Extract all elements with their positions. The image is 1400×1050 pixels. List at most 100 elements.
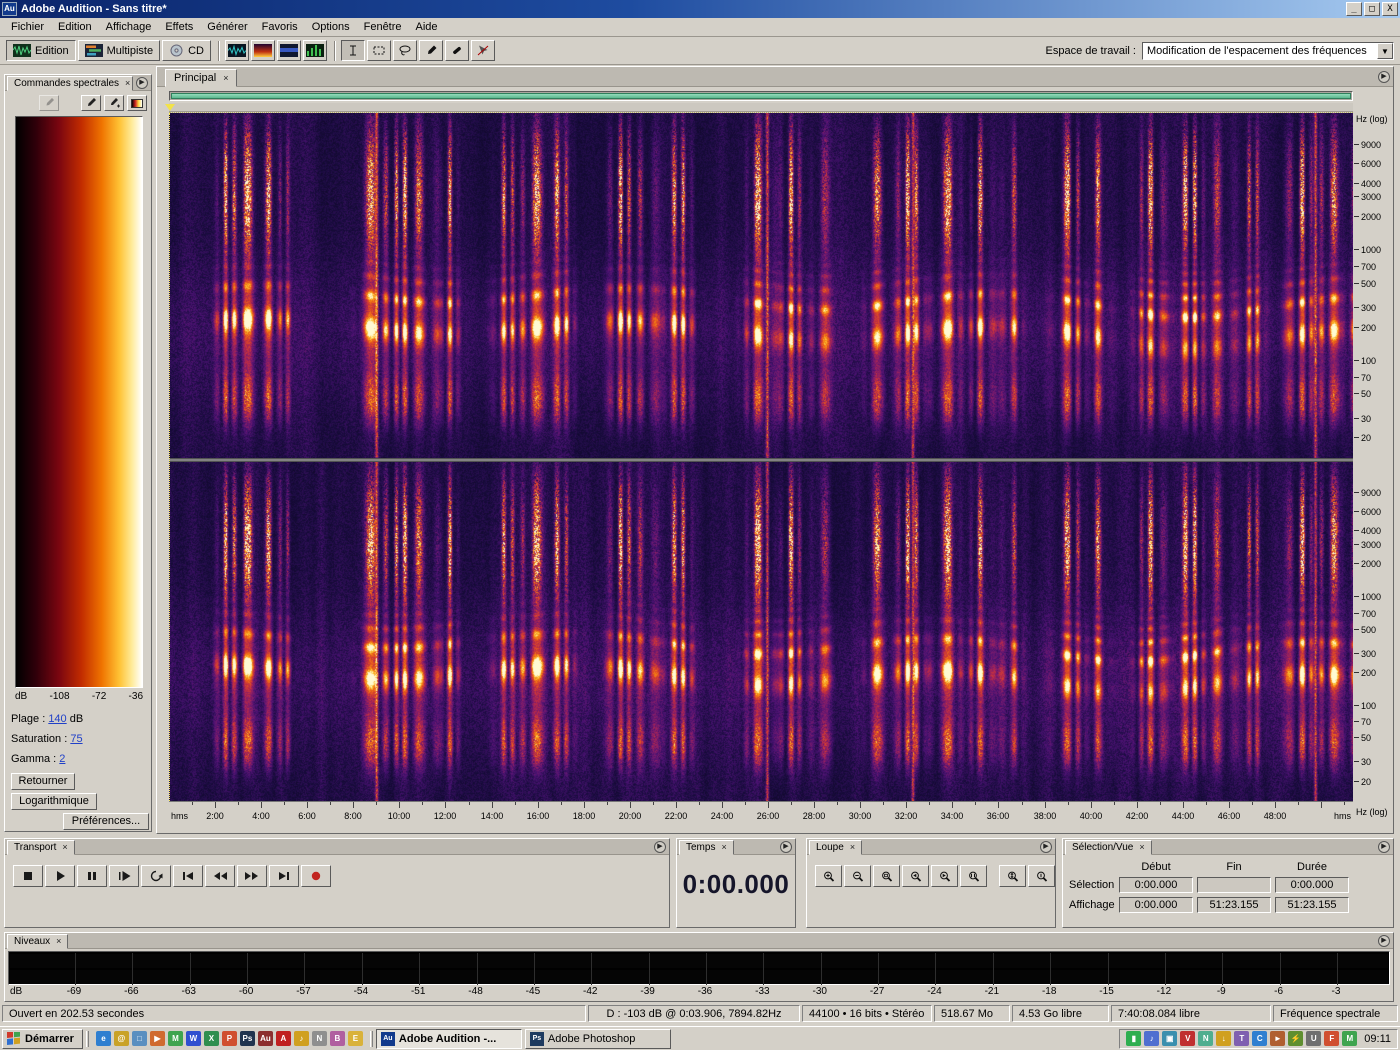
paintbrush-tool-button[interactable] [419,40,443,61]
edit-view-button[interactable]: Edition [6,40,76,61]
tab-principal[interactable]: Principal × [165,69,238,87]
power-icon[interactable]: ⚡ [1288,1031,1304,1046]
zoom-panel-tab[interactable]: Loupe × [809,840,863,855]
saturation-value[interactable]: 75 [70,733,82,745]
selection-end-field[interactable] [1197,877,1271,893]
scrub-tool-button[interactable] [471,40,495,61]
flip-button[interactable]: Retourner [11,773,75,790]
zoom-navigator-thumb[interactable] [171,93,1351,99]
explorer-icon[interactable]: E [347,1031,363,1046]
panel-menu-icon[interactable]: ▶ [654,841,666,853]
record-button[interactable] [301,865,331,887]
winamp-icon[interactable]: ♪ [293,1031,309,1046]
maximize-button[interactable]: □ [1364,2,1380,16]
chevron-down-icon[interactable]: ▼ [1377,42,1393,59]
close-icon[interactable]: × [850,843,855,852]
range-value[interactable]: 140 [48,713,66,725]
close-button[interactable]: X [1382,2,1398,16]
cd-view-button[interactable]: CD [162,40,211,61]
close-icon[interactable]: × [721,843,726,852]
zoom-full-button[interactable] [873,865,900,887]
spectral-brush-icon[interactable] [39,95,59,111]
panel-menu-icon[interactable]: ▶ [136,77,148,89]
time-panel-tab[interactable]: Temps × [679,840,734,855]
scheduler-icon[interactable]: T [1234,1031,1250,1046]
internet-explorer-icon[interactable]: e [95,1031,111,1046]
show-desktop-icon[interactable]: □ [131,1031,147,1046]
volume-icon[interactable]: ♪ [1144,1031,1160,1046]
panel-menu-icon[interactable]: ▶ [1378,841,1390,853]
spectral-pan-view-icon[interactable] [277,40,301,61]
stop-button[interactable] [13,865,43,887]
minimize-button[interactable]: _ [1346,2,1362,16]
workspace-combobox[interactable]: Modification de l'espacement des fréquen… [1142,41,1394,60]
time-ruler[interactable]: hms hms 2:00 4:00 6:00 8:00 10:00 12:00 14:00 16:… [169,801,1353,821]
zoom-in-h-button[interactable] [815,865,842,887]
spectral-panel-tab[interactable]: Commandes spectrales × [7,76,133,91]
firewall-icon[interactable]: F [1324,1031,1340,1046]
outlook-icon[interactable]: @ [113,1031,129,1046]
go-start-button[interactable] [173,865,203,887]
close-icon[interactable]: × [1139,843,1144,852]
menu-favoris[interactable]: Favoris [255,19,305,35]
menu-affichage[interactable]: Affichage [99,19,159,35]
view-end-field[interactable]: 51:23.155 [1197,897,1271,913]
update-icon[interactable]: ↓ [1216,1031,1232,1046]
play-from-cursor-button[interactable] [109,865,139,887]
close-icon[interactable]: × [56,937,61,946]
gamma-value[interactable]: 2 [59,753,65,765]
play-button[interactable] [45,865,75,887]
close-icon[interactable]: × [125,79,130,88]
healing-brush-tool-button[interactable] [445,40,469,61]
zoom-sel-right-button[interactable] [931,865,958,887]
antivirus-icon[interactable]: V [1180,1031,1196,1046]
task-button-adobe-audition-[interactable]: Au Adobe Audition -... [375,1028,522,1049]
messenger-icon[interactable]: M [167,1031,183,1046]
menu-generer[interactable]: Générer [200,19,254,35]
marker-strip[interactable] [165,103,1353,112]
cpu-meter-icon[interactable]: ▮ [1126,1031,1142,1046]
waveform-view-icon[interactable] [225,40,249,61]
video-icon[interactable]: ► [1270,1031,1286,1046]
panel-menu-icon[interactable]: ▶ [780,841,792,853]
spectral-frequency-view-icon[interactable] [251,40,275,61]
menu-edition[interactable]: Edition [51,19,99,35]
zoom-out-v-button[interactable] [1028,865,1055,887]
play-loop-button[interactable] [141,865,171,887]
paint-icon[interactable]: B [329,1031,345,1046]
spectrogram-display[interactable] [169,113,1353,801]
spectrogram-channel-right[interactable] [169,462,1353,801]
zoom-navigator-track[interactable] [169,91,1353,101]
zoom-in-v-button[interactable] [999,865,1026,887]
view-start-field[interactable]: 0:00.000 [1119,897,1193,913]
start-button[interactable]: Démarrer [2,1028,83,1049]
excel-icon[interactable]: X [203,1031,219,1046]
audition-icon[interactable]: Au [257,1031,273,1046]
panel-menu-icon[interactable]: ▶ [1040,841,1052,853]
selection-panel-tab[interactable]: Sélection/Vue × [1065,840,1152,855]
ibeam-tool-button[interactable] [341,40,365,61]
marquee-tool-button[interactable] [367,40,391,61]
lasso-tool-button[interactable] [393,40,417,61]
spectral-palette-gradient[interactable] [15,116,143,688]
gradient-swatch-icon[interactable] [127,95,147,111]
view-duration-field[interactable]: 51:23.155 [1275,897,1349,913]
zoom-sel-button[interactable] [960,865,987,887]
chat-icon[interactable]: C [1252,1031,1268,1046]
eyedropper-icon[interactable] [81,95,101,111]
logarithmic-button[interactable]: Logarithmique [11,793,97,810]
menu-fenetre[interactable]: Fenêtre [357,19,409,35]
menu-options[interactable]: Options [305,19,357,35]
messenger-tray-icon[interactable]: M [1342,1031,1358,1046]
network-icon[interactable]: N [1198,1031,1214,1046]
spectrogram-channel-left[interactable] [169,113,1353,458]
spectral-phase-view-icon[interactable] [303,40,327,61]
levels-panel-tab[interactable]: Niveaux × [7,934,69,949]
zoom-out-h-button[interactable] [844,865,871,887]
usb-icon[interactable]: U [1306,1031,1322,1046]
word-icon[interactable]: W [185,1031,201,1046]
powerpoint-icon[interactable]: P [221,1031,237,1046]
selection-duration-field[interactable]: 0:00.000 [1275,877,1349,893]
menu-aide[interactable]: Aide [409,19,445,35]
frequency-axis[interactable]: Hz (log) 9000 6000 4000 3000 2000 1000 700 500 30… [1353,113,1393,823]
